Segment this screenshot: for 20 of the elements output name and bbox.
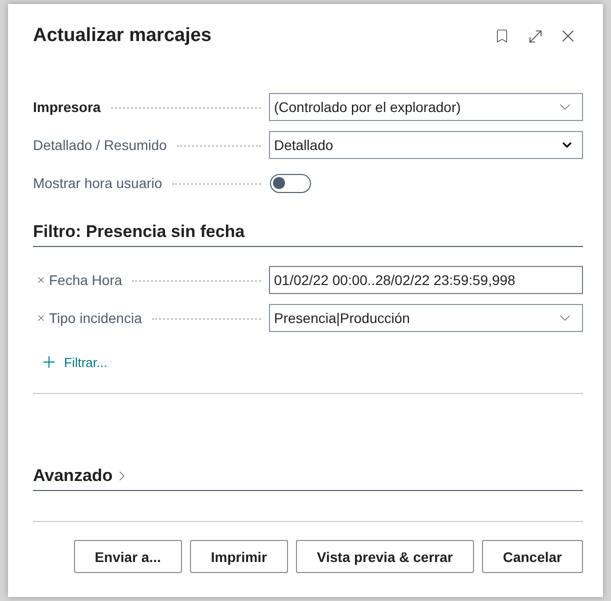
section-heading: Filtro: Presencia sin fecha <box>33 221 245 243</box>
filter-input-field[interactable]: 01/02/22 00:00..28/02/22 23:59:59,998 <box>269 266 583 294</box>
toggle-switch[interactable] <box>270 174 311 192</box>
dropdown-field[interactable]: Presencia|Producción <box>269 304 583 332</box>
remove-icon[interactable] <box>36 275 46 285</box>
field-label: Detallado / Resumido <box>33 137 167 153</box>
filter-label: Tipo incidencia <box>49 310 142 326</box>
dialog-button[interactable]: Enviar a... <box>74 540 182 573</box>
dialog-title: Actualizar marcajes <box>33 24 212 48</box>
dialog-button[interactable]: Cancelar <box>482 540 583 573</box>
select-field[interactable]: Detallado <box>269 131 583 159</box>
dialog-button[interactable]: Vista previa & cerrar <box>296 540 474 573</box>
section-toggle[interactable]: Avanzado <box>33 465 130 487</box>
add-filter-link[interactable]: Filtrar... <box>33 352 108 372</box>
dialog-button[interactable]: Imprimir <box>190 540 288 573</box>
field-label: Mostrar hora usuario <box>33 175 162 191</box>
field-label: Impresora <box>33 99 101 115</box>
dropdown-field[interactable]: (Controlado por el explorador) <box>269 93 583 121</box>
filter-label: Fecha Hora <box>49 272 122 288</box>
remove-icon[interactable] <box>36 313 46 323</box>
